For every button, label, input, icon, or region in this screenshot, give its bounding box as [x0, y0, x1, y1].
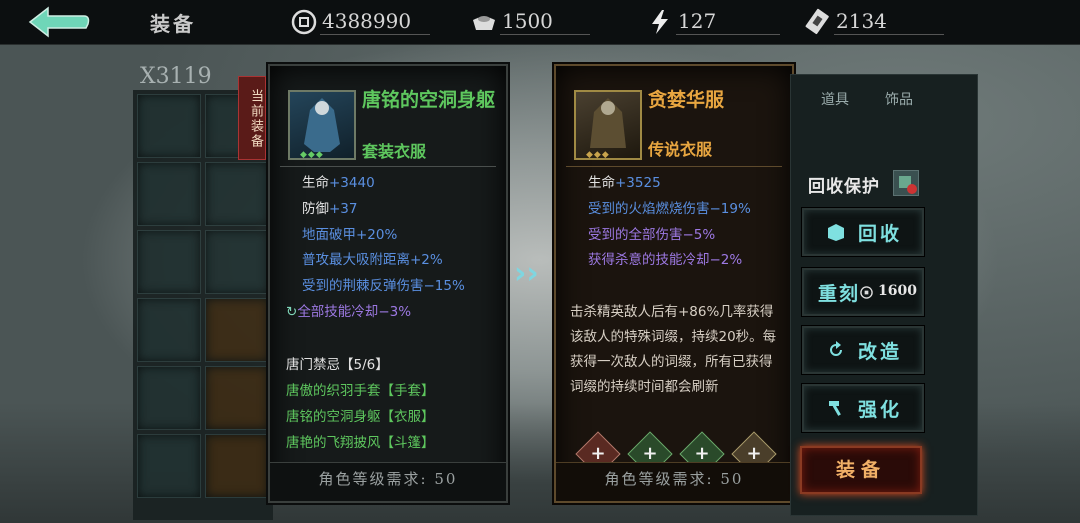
coin-value: 4388990 — [322, 9, 412, 33]
inventory-count: X3119 — [140, 64, 212, 89]
stat-row: 生命+3440 — [302, 175, 375, 191]
stat-row: ↻全部技能冷却−3% — [286, 304, 412, 320]
back-arrow-icon[interactable] — [26, 6, 92, 38]
protect-toggle-icon[interactable] — [893, 170, 919, 196]
current-equipment-panel: ◆◆◆ 唐铭的空洞身躯 套装衣服 生命+3440 防御+37 地面破甲+20% … — [268, 64, 508, 503]
set-item: 唐傲的织羽手套【手套】 — [286, 383, 435, 399]
top-bar: 装备 4388990 1500 127 2134 — [0, 0, 1080, 45]
stat-row: 受到的火焰燃烧伤害−19% — [588, 201, 751, 217]
stat-row: 受到的全部伤害−5% — [588, 227, 716, 243]
ingot-value: 1500 — [502, 9, 553, 33]
set-item: 唐铭的空洞身躯【衣服】 — [286, 409, 435, 425]
recycle-protect-label: 回收保护 — [808, 177, 880, 197]
recycle-button[interactable]: 回收 — [802, 208, 924, 256]
page-title: 装备 — [150, 12, 196, 36]
ticket-icon — [805, 8, 829, 35]
inventory-slot[interactable] — [205, 298, 269, 362]
current-item-type: 套装衣服 — [362, 142, 427, 161]
box-icon — [828, 224, 844, 241]
candidate-description: 击杀精英敌人后有+86%几率获得该敌人的特殊词缀，持续20秒。每获得一次敌人的词… — [570, 304, 777, 395]
refresh-icon — [830, 341, 842, 356]
inventory-slot[interactable] — [205, 434, 269, 498]
inventory-slot[interactable] — [205, 230, 269, 294]
stat-row: 生命+3525 — [588, 175, 661, 191]
energy-value: 127 — [678, 9, 717, 33]
inventory-slot[interactable] — [205, 366, 269, 430]
candidate-item-name: 贪婪华服 — [648, 89, 725, 111]
lightning-icon — [652, 10, 668, 34]
current-requirement: 角色等级需求: 50 — [318, 470, 458, 488]
inventory-slot[interactable] — [137, 230, 201, 294]
candidate-item-type: 传说衣服 — [648, 140, 713, 159]
stat-row: 地面破甲+20% — [302, 227, 398, 243]
inventory-slot[interactable] — [137, 94, 201, 158]
current-item-name: 唐铭的空洞身躯 — [362, 89, 496, 111]
resource-ingot: 1500 — [470, 6, 590, 38]
candidate-equipment-panel: ◆◆◆ 贪婪华服 传说衣服 生命+3525 受到的火焰燃烧伤害−19% 受到的全… — [554, 64, 794, 503]
ticket-value: 2134 — [836, 9, 887, 33]
candidate-item-rank: ◆◆◆ — [586, 150, 610, 160]
stat-row: 受到的荆棘反弹伤害−15% — [302, 278, 465, 294]
inventory-slot[interactable] — [137, 162, 201, 226]
inventory-slot[interactable] — [137, 434, 201, 498]
stat-row: 普攻最大吸附距离+2% — [302, 252, 443, 268]
enhance-button[interactable]: 强化 — [802, 384, 924, 432]
column-tab-accessories[interactable]: 饰品 — [885, 89, 913, 109]
hammer-icon — [829, 401, 841, 416]
equip-button[interactable]: 装备 — [800, 446, 922, 494]
column-tab-items[interactable]: 道具 — [821, 89, 849, 109]
stat-row: 防御+37 — [302, 201, 358, 217]
armor-icon — [304, 98, 340, 152]
reforge-button[interactable]: 重刻 1600 — [802, 268, 924, 316]
current-equipped-tag: 当前装备 — [238, 76, 266, 160]
resource-ticket: 2134 — [804, 6, 944, 38]
set-title: 唐门禁忌【5/6】 — [286, 357, 389, 373]
candidate-requirement: 角色等级需求: 50 — [604, 470, 744, 488]
compare-arrow-icon: ›› — [514, 256, 539, 291]
inventory-slot[interactable] — [137, 298, 201, 362]
robe-icon — [590, 98, 626, 148]
stat-row: 获得杀意的技能冷却−2% — [588, 252, 743, 268]
current-item-rank: ◆◆◆ — [300, 150, 324, 160]
set-item: 唐艳的飞翔披风【斗篷】 — [286, 435, 435, 451]
inventory-slot[interactable] — [205, 162, 269, 226]
ingot-icon — [473, 16, 495, 30]
resource-energy: 127 — [646, 6, 780, 38]
coin-icon — [860, 286, 873, 299]
coin-icon — [291, 9, 317, 35]
cooldown-icon: ↻ — [286, 304, 298, 320]
inventory-slot[interactable] — [137, 366, 201, 430]
modify-button[interactable]: 改造 — [802, 326, 924, 374]
resource-coin: 4388990 — [290, 6, 430, 38]
